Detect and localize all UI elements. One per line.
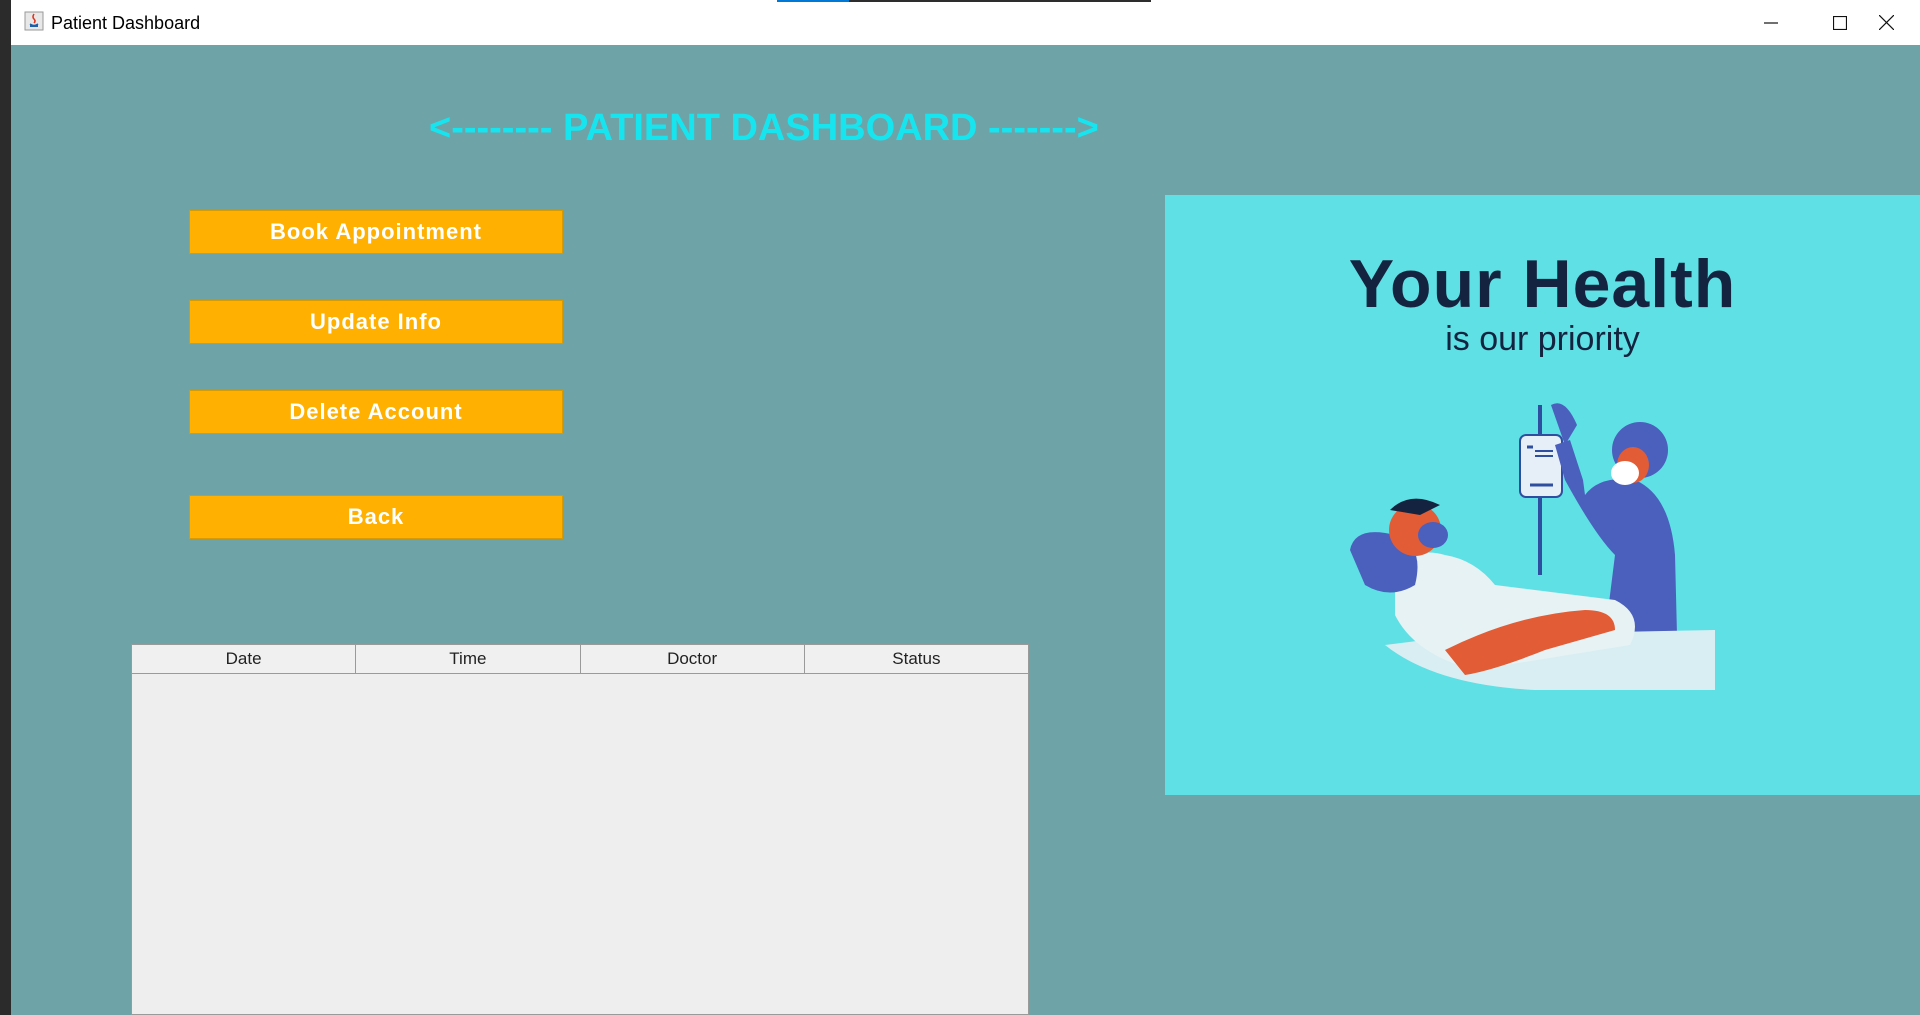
health-poster: Your Health is our priority	[1165, 195, 1920, 795]
column-header-time[interactable]: Time	[356, 645, 581, 674]
table-header: Date Time Doctor Status	[132, 645, 1028, 675]
window-title: Patient Dashboard	[51, 13, 201, 33]
title-bar: Patient Dashboard	[11, 0, 1920, 45]
delete-account-button[interactable]: Delete Account	[189, 390, 563, 434]
close-icon	[1878, 15, 1894, 30]
minimize-button[interactable]	[1737, 0, 1805, 45]
back-button[interactable]: Back	[189, 495, 563, 539]
poster-subtitle: is our priority	[1445, 320, 1640, 358]
book-appointment-button[interactable]: Book Appointment	[189, 210, 563, 254]
title-bar-accent	[777, 0, 1151, 2]
poster-title: Your Health	[1348, 246, 1737, 322]
desktop-edge	[0, 0, 11, 1015]
column-header-status[interactable]: Status	[804, 645, 1028, 674]
java-app-icon	[24, 11, 44, 31]
close-button[interactable]	[1852, 0, 1920, 45]
update-info-button[interactable]: Update Info	[189, 300, 563, 344]
page-title: <-------- PATIENT DASHBOARD ------->	[429, 107, 1099, 149]
appointments-table[interactable]: Date Time Doctor Status	[131, 644, 1029, 1015]
maximize-icon	[1833, 15, 1847, 30]
column-header-date[interactable]: Date	[132, 645, 357, 674]
doctor-patient-illustration	[1350, 403, 1715, 690]
app-window: Patient Dashboard <-------- PATIENT DASH…	[11, 0, 1920, 1015]
minimize-icon	[1764, 21, 1778, 24]
column-header-doctor[interactable]: Doctor	[580, 645, 805, 674]
